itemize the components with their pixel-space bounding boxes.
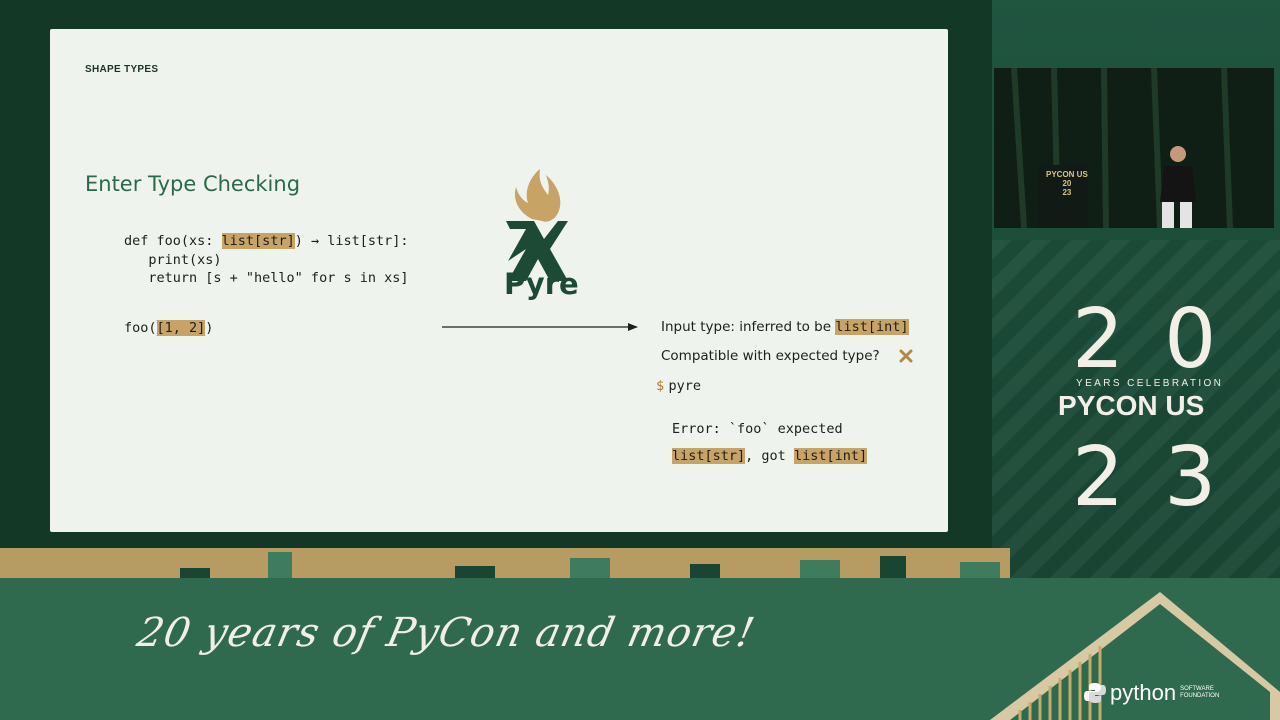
prompt-symbol: $ bbox=[656, 378, 665, 394]
prompt-command: pyre bbox=[668, 378, 701, 394]
type-highlight: list[int] bbox=[793, 448, 868, 464]
code-highlight: [1, 2] bbox=[156, 320, 206, 336]
podium-sign-line: PYCON US bbox=[1046, 170, 1088, 179]
type-highlight: list[str] bbox=[672, 448, 746, 464]
decorative-band bbox=[0, 548, 1010, 578]
podium-sign-line: 23 bbox=[1062, 188, 1072, 197]
psf-logo: python SOFTWARE FOUNDATION bbox=[1084, 680, 1220, 706]
info-text: Input type: inferred to be bbox=[661, 319, 836, 335]
input-type-line: Input type: inferred to be list[int] bbox=[661, 319, 909, 335]
psf-word: python bbox=[1110, 680, 1177, 705]
podium-sign: PYCON US 20 23 bbox=[1046, 170, 1088, 197]
arrow-right-icon bbox=[442, 323, 638, 331]
code-text: return [s + "hello" for s in xs] bbox=[124, 270, 409, 286]
cross-icon bbox=[899, 349, 913, 363]
error-text: , got bbox=[745, 448, 794, 464]
code-text: def foo(xs: bbox=[124, 233, 222, 249]
error-line-2: list[str], got list[int] bbox=[672, 448, 868, 464]
error-text: Error: `foo` expected bbox=[672, 421, 843, 437]
section-label: SHAPE TYPES bbox=[85, 64, 159, 75]
psf-subtext: SOFTWARE FOUNDATION bbox=[1180, 686, 1220, 699]
code-text: ) → list[str]: bbox=[294, 233, 409, 249]
code-block: def foo(xs: list[str]) → list[str]: prin… bbox=[124, 232, 409, 288]
banner-tagline: 20 years of PyCon and more! bbox=[133, 610, 760, 656]
code-text: foo( bbox=[124, 320, 157, 336]
code-call-line: foo([1, 2]) bbox=[124, 320, 213, 336]
year-number-bottom: 23 bbox=[1072, 430, 1257, 525]
compatible-line: Compatible with expected type? bbox=[661, 348, 880, 364]
python-icon bbox=[1084, 683, 1106, 703]
code-highlight: list[str] bbox=[221, 233, 295, 249]
presentation-slide: SHAPE TYPES Enter Type Checking def foo(… bbox=[50, 29, 948, 532]
code-text: print(xs) bbox=[124, 251, 222, 268]
podium-sign-line: 20 bbox=[1062, 179, 1072, 188]
stage-background bbox=[994, 68, 1274, 228]
years-celebration-text: YEARS CELEBRATION bbox=[1076, 378, 1224, 389]
type-highlight: list[int] bbox=[835, 319, 909, 335]
pyre-logo-text: Pyre bbox=[504, 267, 579, 301]
pycon-us-title: PYCON US bbox=[1058, 390, 1205, 421]
code-text: ) bbox=[205, 320, 214, 336]
slide-title: Enter Type Checking bbox=[85, 172, 301, 196]
slide-frame: SHAPE TYPES Enter Type Checking def foo(… bbox=[0, 0, 992, 548]
error-line-1: Error: `foo` expected bbox=[672, 421, 843, 437]
year-number-top: 20 bbox=[1072, 292, 1257, 387]
speaker-figure bbox=[1160, 146, 1196, 228]
speaker-camera-feed: PYCON US 20 23 bbox=[994, 68, 1274, 228]
info-text: Compatible with expected type? bbox=[661, 348, 880, 364]
terminal-prompt: $ pyre bbox=[656, 378, 701, 394]
